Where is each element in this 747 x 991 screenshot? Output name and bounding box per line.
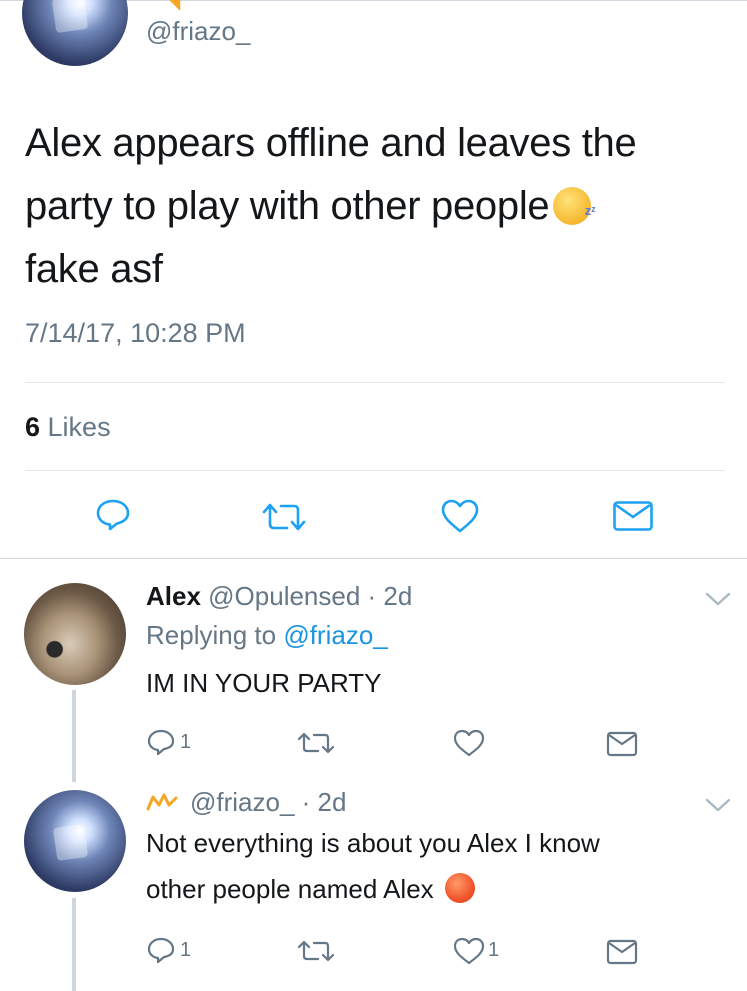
like-heart-icon[interactable] <box>440 498 480 534</box>
reply-author-handle[interactable]: @Opulensed <box>208 581 360 611</box>
tweet-timestamp: 7/14/17, 10:28 PM <box>25 318 246 348</box>
reply-text: Not everything is about you Alex I know … <box>146 820 726 912</box>
divider <box>25 382 725 383</box>
replying-to: Replying to @friazo_ <box>146 620 388 651</box>
reply-author-name[interactable]: Alex <box>146 581 201 611</box>
chevron-down-icon[interactable] <box>704 796 732 814</box>
reply-header: Alex @Opulensed · 2d <box>146 581 412 612</box>
reply-count: 1 <box>180 731 192 753</box>
reply-time: · 2d <box>294 787 347 817</box>
like-count: 1 <box>488 939 500 961</box>
tweet-text-line-with-emoji: party to play with other people zᶻ <box>25 175 715 238</box>
reply-text: IM IN YOUR PARTY <box>146 668 382 698</box>
likes-label: Likes <box>40 412 111 442</box>
retweet-icon[interactable] <box>260 502 308 532</box>
tweet-text-line: party to play with other people <box>25 184 550 228</box>
likes-count[interactable]: 6 Likes <box>25 412 111 443</box>
reply-text-line-with-emoji: other people named Alex <box>146 866 726 912</box>
thread-line <box>72 898 76 991</box>
crown-icon: ◥ <box>168 0 181 13</box>
chevron-down-icon[interactable] <box>704 590 732 608</box>
tweet-text-line: Alex appears offline and leaves the <box>25 121 637 165</box>
avatar[interactable] <box>24 583 126 685</box>
replying-prefix: Replying to <box>146 620 284 650</box>
direct-message-icon[interactable] <box>606 939 638 965</box>
likes-number: 6 <box>25 412 41 442</box>
direct-message-icon[interactable] <box>612 500 654 532</box>
angry-face-icon <box>444 873 475 903</box>
tweet-text-line: fake asf <box>25 247 163 291</box>
like-heart-icon[interactable] <box>452 936 486 966</box>
reply-header: @friazo_ · 2d <box>190 787 346 818</box>
crown-icon <box>146 793 178 811</box>
reply-text-line: Not everything is about you Alex I know <box>146 828 600 858</box>
section-divider <box>0 558 747 559</box>
sleeping-face-icon: zᶻ <box>553 187 596 225</box>
tweet-text: Alex appears offline and leaves the part… <box>25 112 715 301</box>
reply-author-handle[interactable]: @friazo_ <box>190 787 294 817</box>
reply-time: · 2d <box>360 581 413 611</box>
thread-line <box>72 690 76 782</box>
retweet-icon[interactable] <box>296 939 336 963</box>
tweet-author-handle[interactable]: @friazo_ <box>146 16 250 47</box>
reply-icon[interactable] <box>146 728 176 756</box>
retweet-icon[interactable] <box>296 731 336 755</box>
divider <box>25 470 725 471</box>
avatar[interactable] <box>22 0 128 66</box>
reply-icon[interactable] <box>146 936 176 964</box>
like-heart-icon[interactable] <box>452 728 486 758</box>
reply-text-line: other people named Alex <box>146 874 434 904</box>
avatar[interactable] <box>24 790 126 892</box>
replying-to-link[interactable]: @friazo_ <box>283 620 387 650</box>
direct-message-icon[interactable] <box>606 731 638 757</box>
reply-count: 1 <box>180 939 192 961</box>
reply-icon[interactable] <box>95 498 131 532</box>
